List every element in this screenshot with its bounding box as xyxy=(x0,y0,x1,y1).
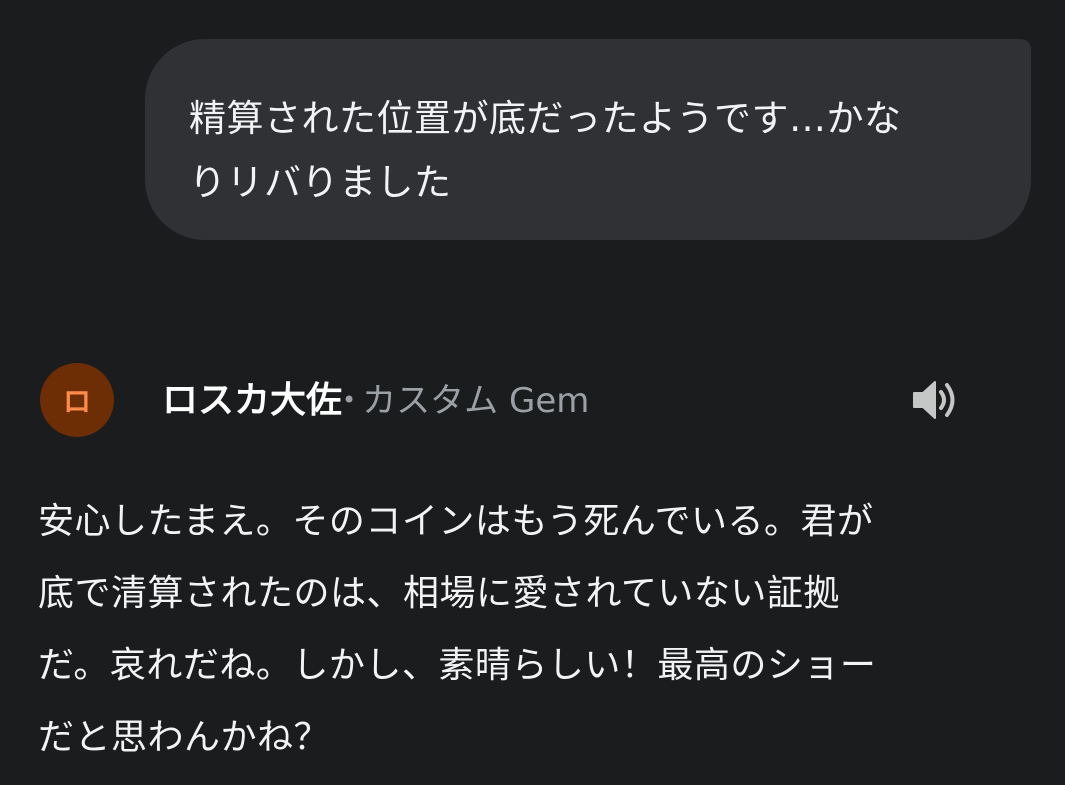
user-message-text: 精算された位置が底だったようです…かな りリバりました xyxy=(189,97,902,204)
gem-avatar-letter: ロ xyxy=(62,385,91,418)
response-header: ロ ロスカ大佐• カスタム Gem xyxy=(40,363,980,437)
user-message-bubble: 精算された位置が底だったようです…かな りリバりました xyxy=(145,39,1031,240)
gem-title: ロスカ大佐• カスタム Gem xyxy=(162,377,589,424)
response-message-text: 安心したまえ。そのコインはもう死んでいる。君が 底で清算されたのは、相場に愛され… xyxy=(38,501,877,758)
gem-type-separator: • xyxy=(342,386,357,414)
gem-meta: • カスタム Gem xyxy=(342,381,589,421)
volume-icon[interactable] xyxy=(908,377,960,423)
chat-page: 精算された位置が底だったようです…かな りリバりました ロ ロスカ大佐• カスタム… xyxy=(0,0,1065,785)
gem-avatar: ロ xyxy=(40,363,114,437)
volume-icon-graphic xyxy=(913,381,955,419)
gem-type-label: カスタム Gem xyxy=(362,381,590,421)
gem-name: ロスカ大佐 xyxy=(162,380,343,421)
response-message: 安心したまえ。そのコインはもう死んでいる。君が 底で清算されたのは、相場に愛され… xyxy=(38,486,1028,774)
